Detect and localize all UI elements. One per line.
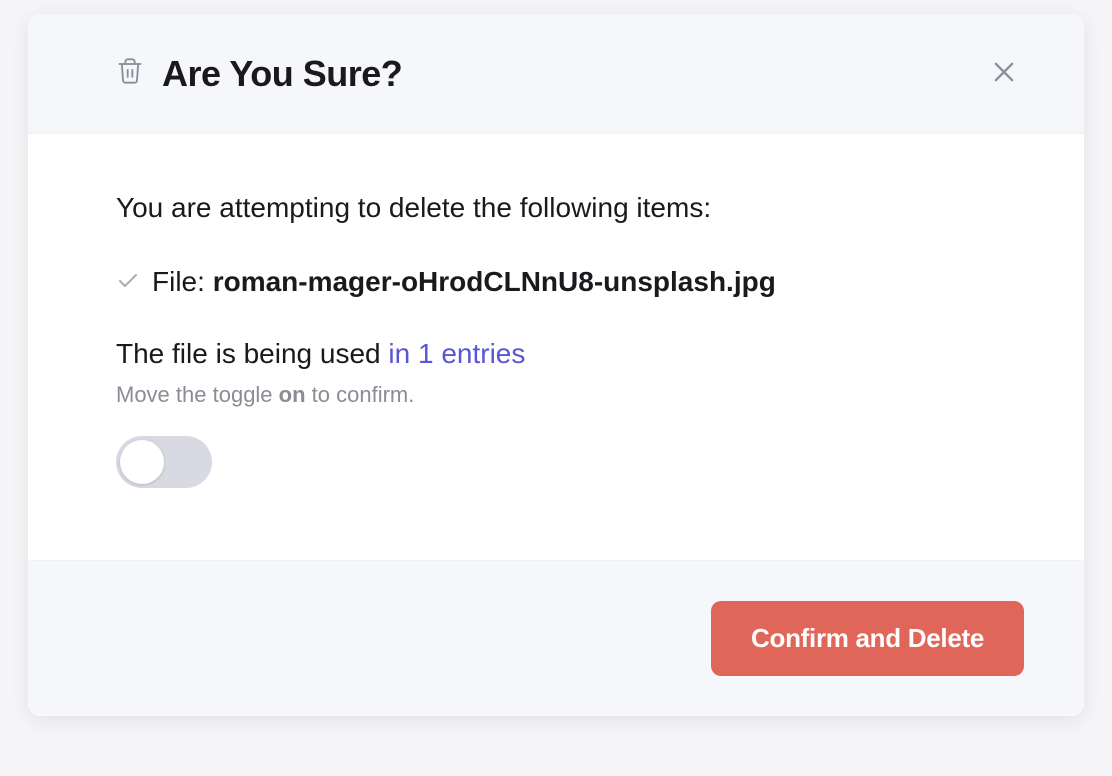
confirm-delete-button[interactable]: Confirm and Delete xyxy=(711,601,1024,676)
modal-title: Are You Sure? xyxy=(162,53,402,95)
modal-body: You are attempting to delete the followi… xyxy=(28,134,1084,560)
close-button[interactable] xyxy=(984,52,1024,95)
toggle-knob xyxy=(120,440,164,484)
intro-text: You are attempting to delete the followi… xyxy=(116,190,1024,226)
modal-footer: Confirm and Delete xyxy=(28,560,1084,716)
hint-after: to confirm. xyxy=(306,382,415,407)
hint-before: Move the toggle xyxy=(116,382,279,407)
file-name: roman-mager-oHrodCLNnU8-unsplash.jpg xyxy=(213,266,776,297)
hint-bold: on xyxy=(279,382,306,407)
confirm-delete-modal: Are You Sure? You are attempting to dele… xyxy=(28,14,1084,716)
file-row: File: roman-mager-oHrodCLNnU8-unsplash.j… xyxy=(116,266,1024,298)
header-left: Are You Sure? xyxy=(116,53,402,95)
file-text: File: roman-mager-oHrodCLNnU8-unsplash.j… xyxy=(152,266,776,298)
file-label: File: xyxy=(152,266,213,297)
hint-text: Move the toggle on to confirm. xyxy=(116,382,1024,408)
usage-link[interactable]: in 1 entries xyxy=(388,338,525,369)
usage-text: The file is being used in 1 entries xyxy=(116,338,1024,370)
confirm-toggle[interactable] xyxy=(116,436,212,488)
modal-header: Are You Sure? xyxy=(28,14,1084,134)
check-icon xyxy=(116,268,140,297)
close-icon xyxy=(990,58,1018,89)
trash-icon xyxy=(116,56,144,91)
usage-prefix: The file is being used xyxy=(116,338,388,369)
